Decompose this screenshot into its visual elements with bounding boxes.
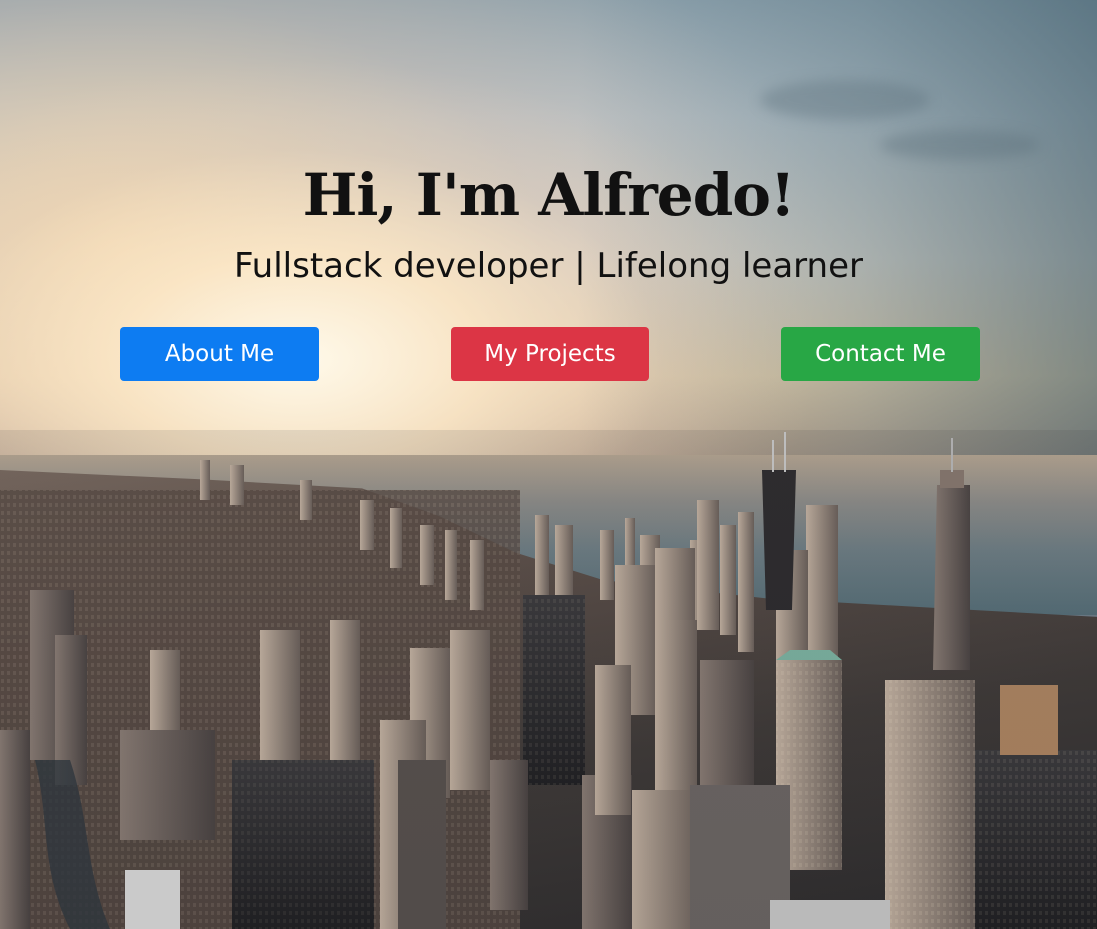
city-skyline-illustration (0, 430, 1097, 929)
sky-shade (577, 0, 1097, 470)
page-title: Hi, I'm Alfredo! (302, 161, 796, 229)
cloud (760, 80, 930, 120)
my-projects-button[interactable]: My Projects (451, 327, 649, 381)
page-subtitle: Fullstack developer | Lifelong learner (233, 246, 864, 286)
hero-section: Hi, I'm Alfredo! Fullstack developer | L… (0, 0, 1097, 929)
cloud (880, 130, 1040, 160)
about-me-button[interactable]: About Me (120, 327, 319, 381)
contact-me-button[interactable]: Contact Me (781, 327, 980, 381)
